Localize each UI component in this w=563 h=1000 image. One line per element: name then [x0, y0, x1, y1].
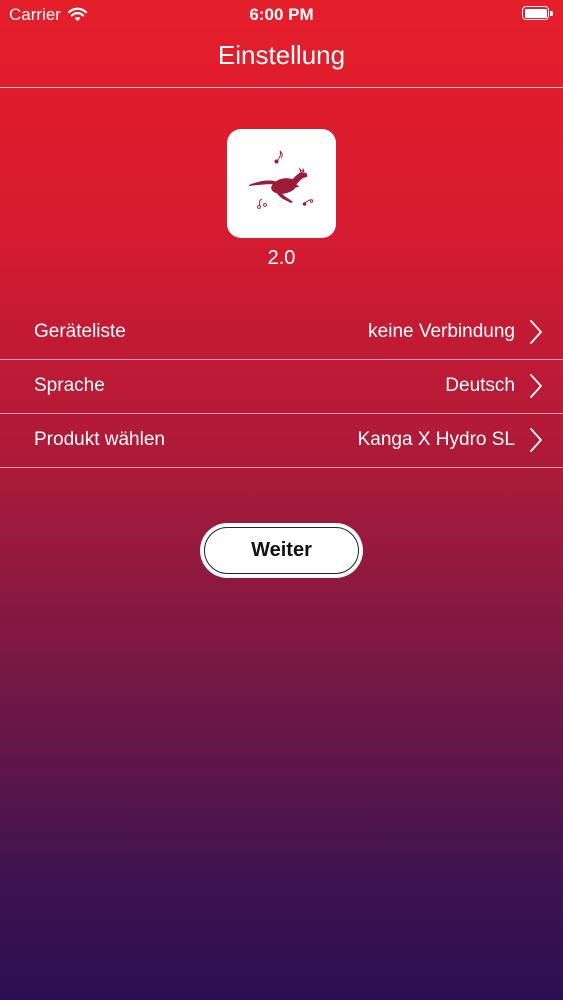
- settings-row-label: Geräteliste: [34, 321, 126, 342]
- settings-row-device-list[interactable]: Geräteliste keine Verbindung: [0, 306, 563, 359]
- kangaroo-logo-icon: [249, 150, 314, 209]
- settings-row-product[interactable]: Produkt wählen Kanga X Hydro SL: [0, 414, 563, 467]
- nav-divider: [0, 87, 563, 88]
- chevron-right-icon: [530, 374, 542, 398]
- settings-row-label: Produkt wählen: [34, 429, 165, 450]
- continue-button-label: Weiter: [204, 527, 359, 574]
- battery-icon: [522, 6, 553, 22]
- settings-row-value: Deutsch: [445, 375, 515, 396]
- app-version: 2.0: [267, 247, 296, 269]
- page-title: Einstellung: [217, 40, 346, 70]
- chevron-right-icon: [530, 320, 542, 344]
- settings-row-language[interactable]: Sprache Deutsch: [0, 360, 563, 413]
- settings-screen: Carrier 6:00 PM Einstellung 2.0 Geräteli…: [0, 0, 563, 1000]
- continue-button[interactable]: Weiter: [200, 523, 363, 578]
- chevron-right-icon: [530, 428, 542, 452]
- clock: 6:00 PM: [249, 5, 314, 24]
- settings-row-label: Sprache: [34, 375, 105, 396]
- settings-row-value: Kanga X Hydro SL: [357, 429, 515, 450]
- status-bar: Carrier 6:00 PM: [0, 0, 563, 30]
- app-logo: [227, 129, 336, 238]
- settings-row-value: keine Verbindung: [368, 321, 515, 342]
- row-divider: [0, 467, 563, 468]
